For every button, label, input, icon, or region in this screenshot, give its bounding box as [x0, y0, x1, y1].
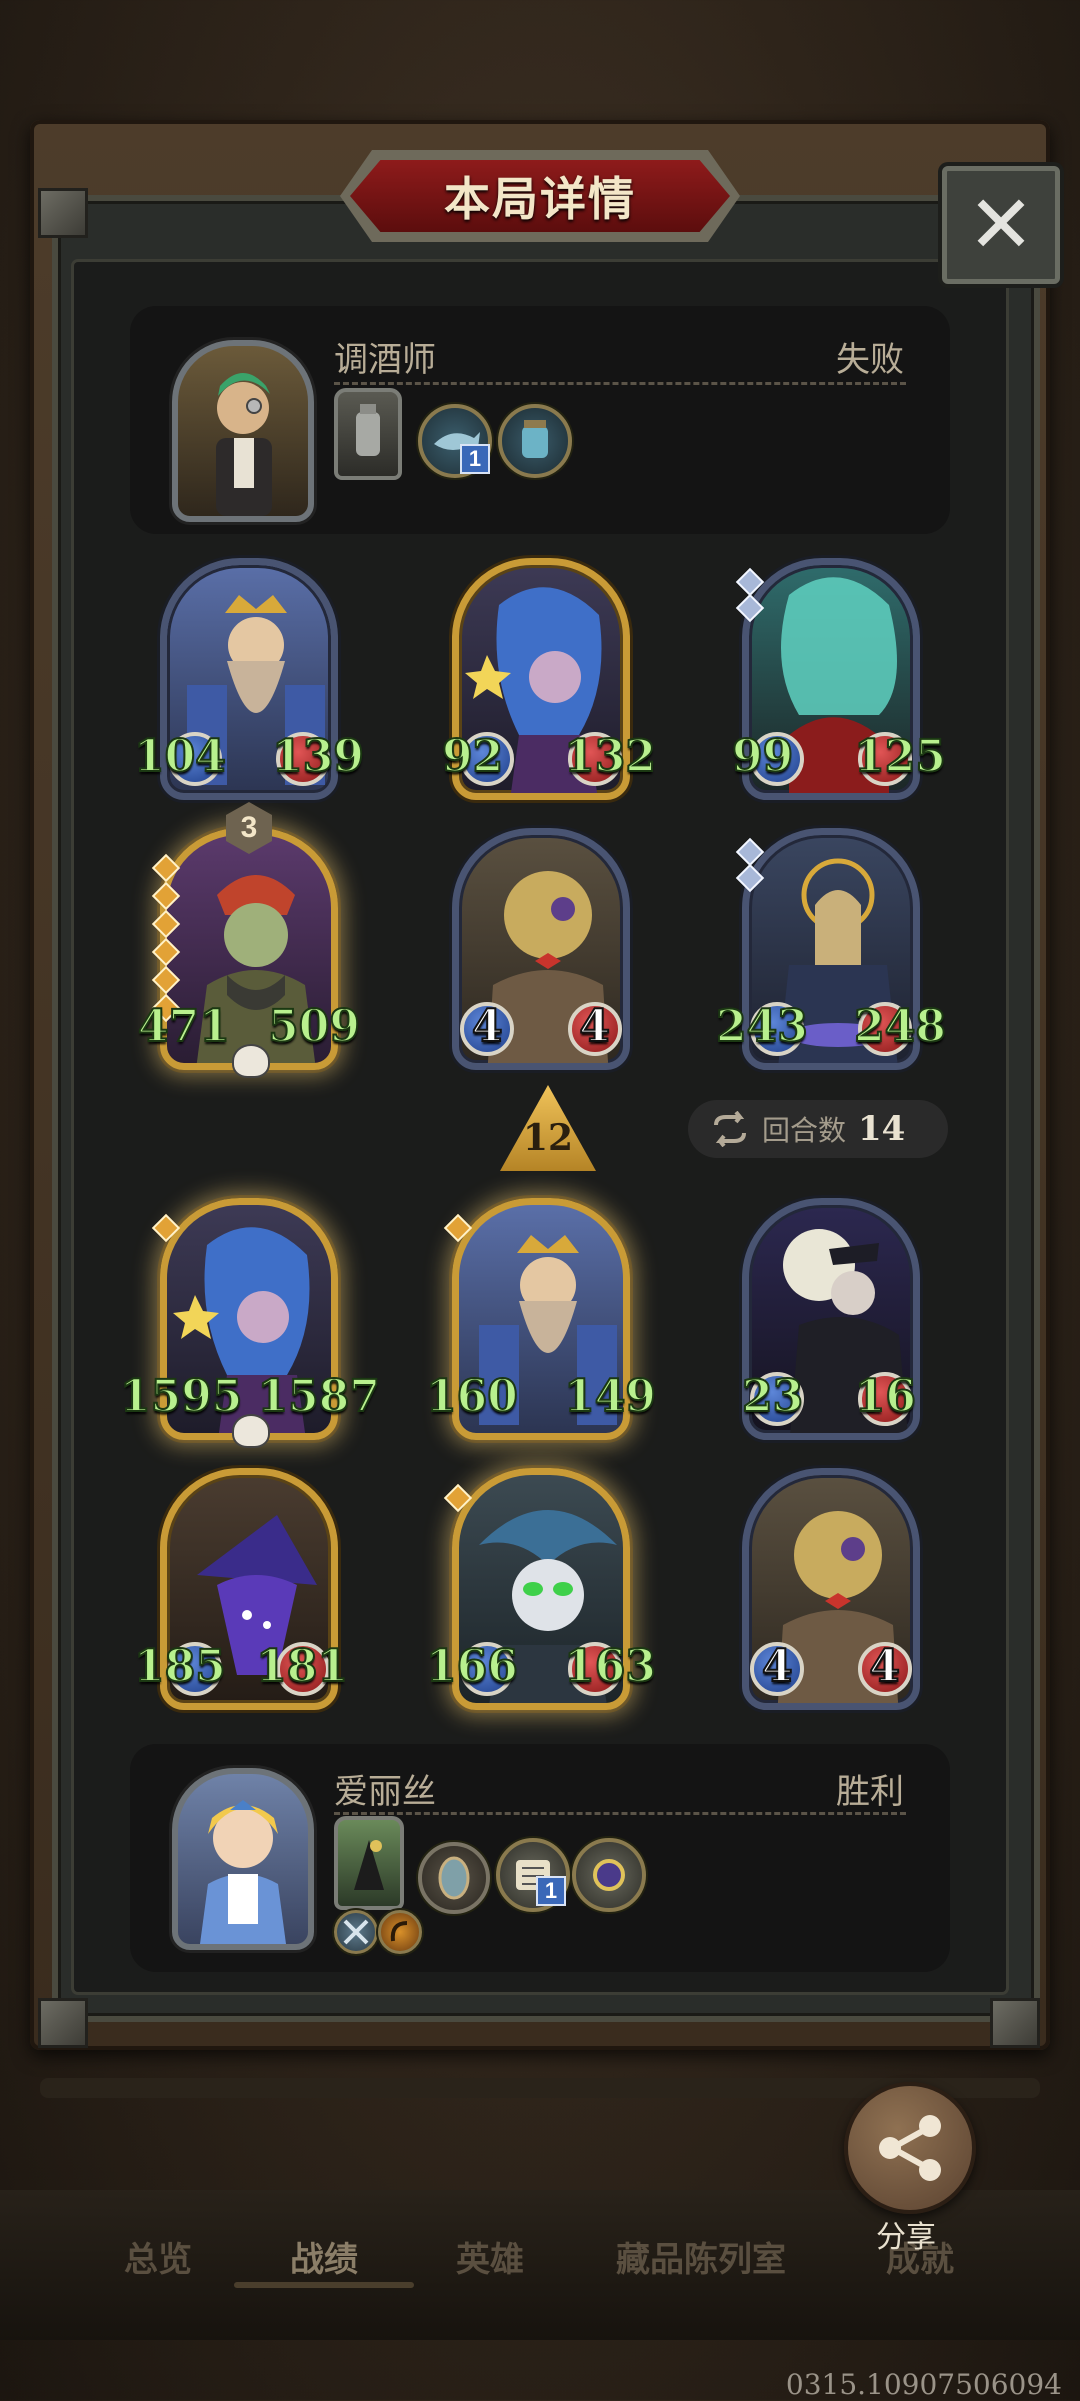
swap-arrows-icon	[714, 1111, 746, 1147]
nav-overview[interactable]: 总览	[124, 2232, 192, 2281]
minion-health: 4	[868, 1640, 901, 1693]
minion-health: 181	[255, 1640, 349, 1693]
dialog-title: 本局详情	[444, 173, 636, 225]
player-result: 胜利	[836, 1773, 904, 1811]
minion-attack: 160	[425, 1370, 519, 1423]
opponent-item-jar-icon[interactable]	[498, 404, 572, 478]
opponent-minion-card[interactable]: 92 132	[441, 558, 657, 800]
opponent-minion-card[interactable]: 243 248	[715, 828, 947, 1070]
share-icon	[879, 2115, 941, 2181]
share-button[interactable]	[844, 2082, 976, 2214]
title-banner: 本局详情	[340, 150, 740, 242]
opponent-relic-shaker-icon[interactable]	[334, 388, 402, 480]
minion-health: 509	[267, 1000, 361, 1053]
player-minion-card[interactable]: 185 181	[133, 1468, 349, 1710]
turn-marker-arrow: 12	[500, 1085, 596, 1171]
player-minion-card[interactable]: 160 149	[425, 1198, 657, 1440]
minion-attack: 92	[441, 730, 504, 783]
item-level-badge: 1	[460, 444, 490, 474]
share-label: 分享	[876, 2221, 936, 2254]
frame-corner-rivet	[38, 1998, 88, 2048]
minion-attack: 166	[425, 1640, 519, 1693]
minion-attack: 104	[133, 730, 227, 783]
opponent-minion-card[interactable]: 4 4	[452, 828, 630, 1070]
nav-heroes[interactable]: 英雄	[456, 2232, 524, 2281]
minion-attack: 243	[715, 1000, 809, 1053]
player-minion-card[interactable]: 23 16	[741, 1198, 920, 1440]
player-minion-card[interactable]: 4 4	[742, 1468, 920, 1710]
close-button[interactable]: ✕	[942, 166, 1060, 284]
opponent-minion-card[interactable]: 104 139	[133, 558, 365, 800]
player-minion-card[interactable]: 166 163	[425, 1468, 657, 1710]
minion-attack: 4	[761, 1640, 794, 1693]
player-minion-card[interactable]: 1595 1587	[119, 1198, 381, 1448]
nav-records[interactable]: 战绩	[290, 2232, 358, 2281]
opponent-hero-portrait[interactable]	[172, 340, 314, 522]
minion-health: 132	[563, 730, 657, 783]
minion-health: 16	[854, 1370, 917, 1423]
build-id: 0315.10907506094	[785, 2368, 1062, 2401]
minion-health: 1587	[257, 1370, 381, 1423]
player-relic-window-icon[interactable]	[334, 1816, 404, 1910]
frame-corner-rivet	[990, 1998, 1040, 2048]
minion-attack: 471	[137, 1000, 231, 1053]
opponent-result: 失败	[836, 341, 904, 379]
rounds-value: 14	[858, 1109, 906, 1149]
minion-health: 139	[271, 730, 365, 783]
minion-health: 163	[563, 1640, 657, 1693]
nav-active-underline	[234, 2282, 414, 2288]
turn-marker-value: 12	[522, 1117, 574, 1159]
minion-attack: 4	[471, 1000, 504, 1053]
opponent-minion-card[interactable]: 99 125	[731, 558, 947, 800]
divider	[334, 382, 906, 385]
player-item-orb-icon[interactable]	[572, 1838, 646, 1912]
skull-icon	[232, 1044, 270, 1078]
close-icon: ✕	[967, 180, 1035, 269]
minion-attack: 23	[741, 1370, 804, 1423]
player-buff-claw-icon[interactable]	[378, 1910, 422, 1954]
item-level-badge: 1	[536, 1876, 566, 1906]
nav-collection[interactable]: 藏品陈列室	[616, 2232, 786, 2281]
rounds-counter: 回合数 14	[688, 1100, 948, 1158]
divider	[334, 1812, 906, 1815]
player-name: 爱丽丝	[334, 1773, 436, 1811]
minion-health: 149	[563, 1370, 657, 1423]
minion-health: 248	[853, 1000, 947, 1053]
minion-attack: 1595	[119, 1370, 243, 1423]
opponent-name: 调酒师	[334, 341, 436, 379]
player-buff-sword-icon[interactable]	[334, 1910, 378, 1954]
minion-health: 125	[853, 730, 947, 783]
minion-attack: 99	[731, 730, 794, 783]
frame-corner-rivet	[38, 188, 88, 238]
player-item-mirror-icon[interactable]	[418, 1842, 490, 1914]
minion-attack: 185	[133, 1640, 227, 1693]
opponent-minion-card[interactable]: 3 471 509	[137, 802, 361, 1078]
player-hero-portrait[interactable]	[172, 1768, 314, 1950]
rounds-label: 回合数	[762, 1115, 847, 1146]
minion-health: 4	[578, 1000, 611, 1053]
